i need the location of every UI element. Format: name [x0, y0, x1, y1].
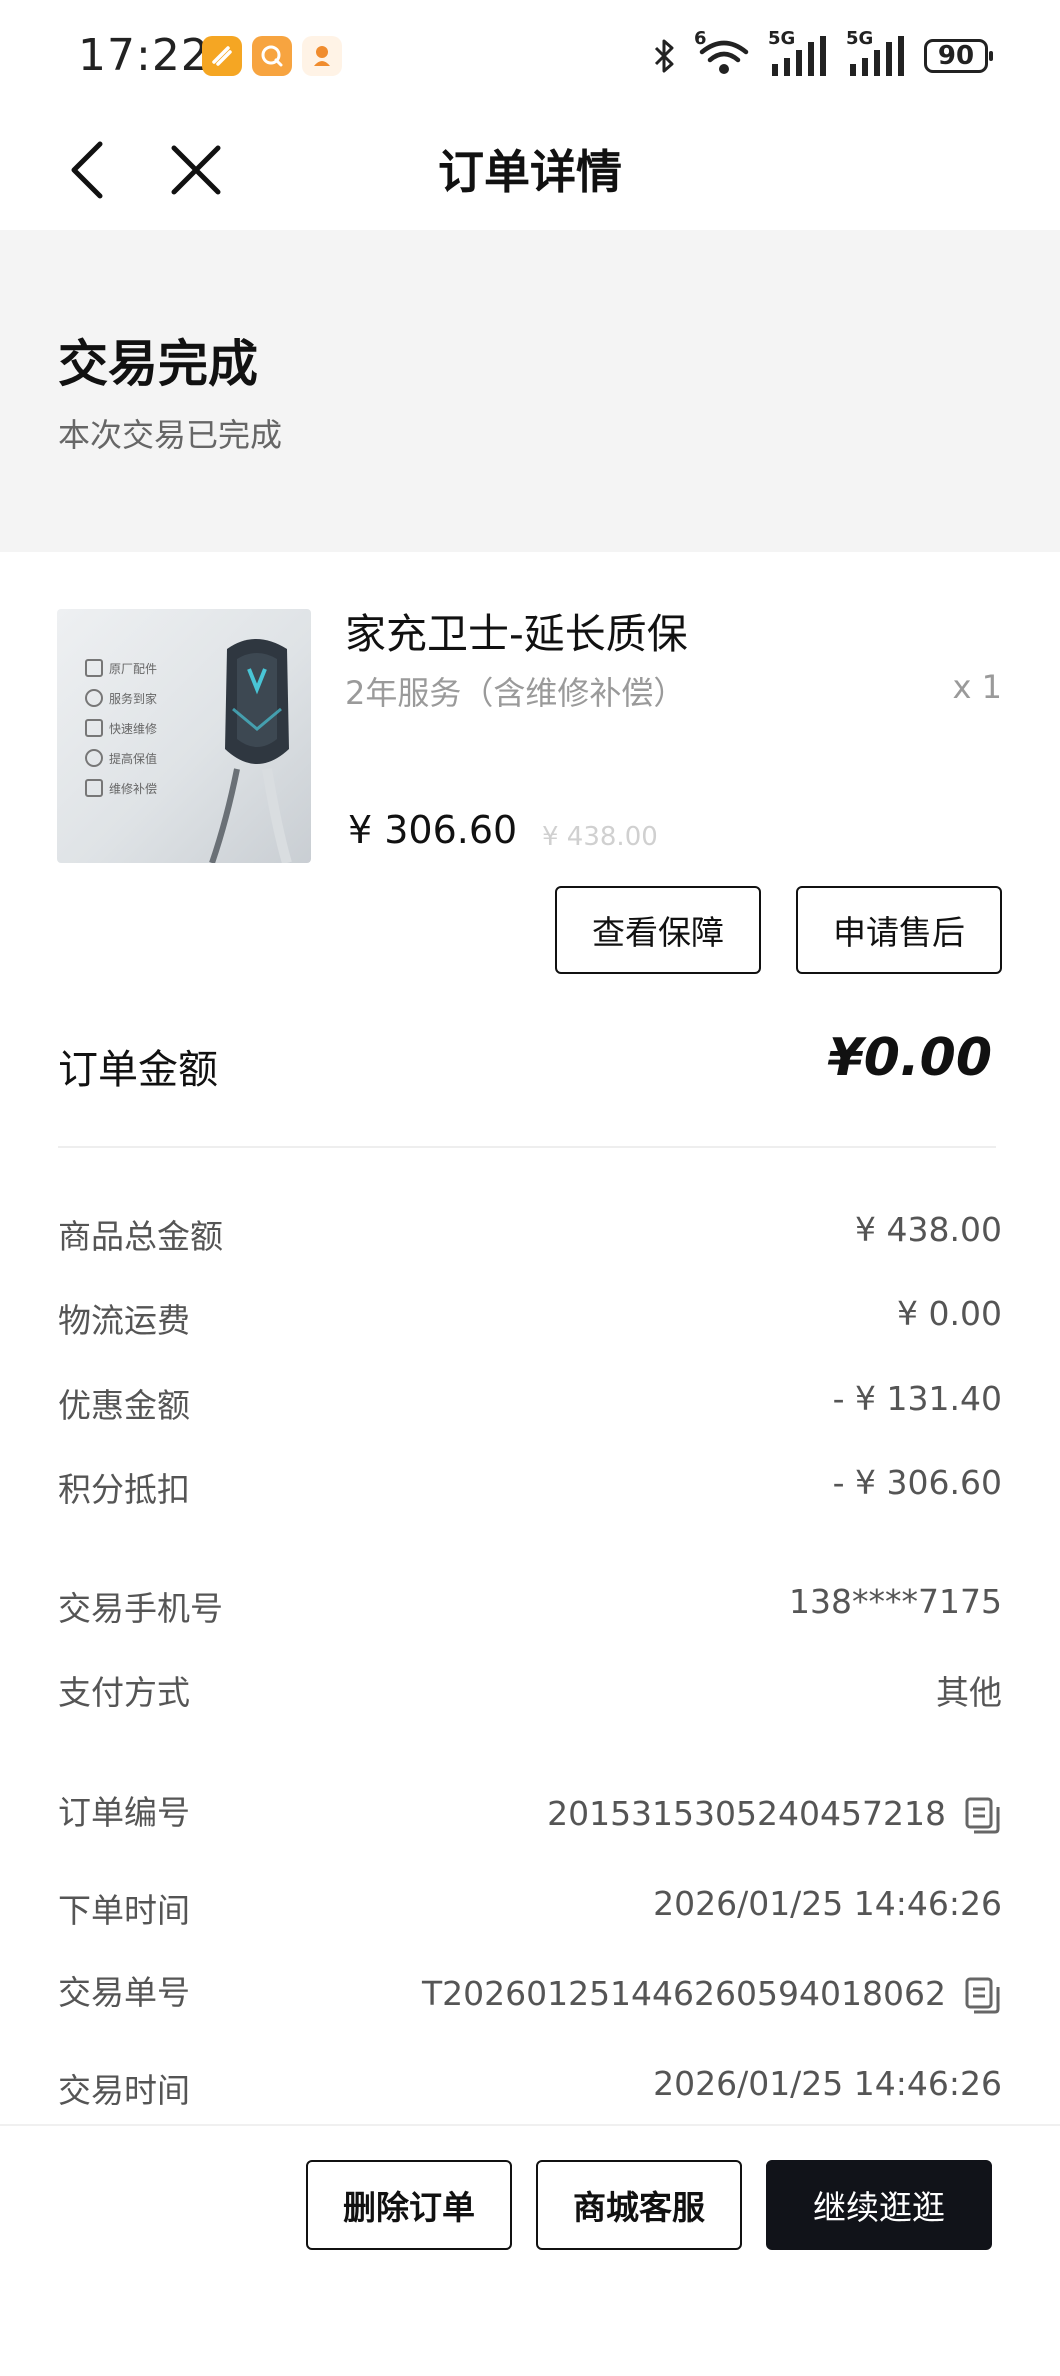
shipping-value: ¥ 0.00: [897, 1294, 1002, 1333]
image-feature: 提高保值: [85, 749, 157, 767]
copy-icon: [965, 1977, 1000, 2014]
feature-icon: [85, 659, 103, 677]
image-feature: 维修补偿: [85, 779, 157, 797]
order-time-label: 下单时间: [58, 1891, 190, 1930]
customer-service-button[interactable]: 商城客服: [536, 2160, 742, 2250]
feature-label: 原厂配件: [109, 661, 158, 676]
phone-value: 138****7175: [789, 1582, 1002, 1621]
transaction-number-value: T202601251446260594018062: [421, 1974, 946, 2013]
subtotal-value: ¥ 438.00: [855, 1210, 1002, 1249]
bottom-action-bar: 删除订单 商城客服 继续逛逛: [0, 2124, 1060, 2376]
feature-icon: [85, 749, 103, 767]
feature-label: 维修补偿: [109, 781, 158, 796]
delete-order-button[interactable]: 删除订单: [306, 2160, 512, 2250]
order-status-banner: 交易完成 本次交易已完成: [0, 230, 1060, 552]
product-price: ¥ 306.60: [348, 808, 518, 852]
feature-label: 服务到家: [109, 691, 158, 706]
nav-bar: 订单详情: [0, 110, 1060, 230]
copy-order-number-button[interactable]: [962, 1796, 1002, 1836]
points-deduction-label: 积分抵扣: [58, 1470, 190, 1509]
image-feature: 原厂配件: [85, 659, 157, 677]
order-status-subtitle: 本次交易已完成: [58, 416, 283, 454]
app-notification-icon: [202, 36, 242, 76]
after-sales-button[interactable]: 申请售后: [796, 886, 1002, 974]
battery-indicator: 90: [924, 39, 993, 73]
charger-illustration: [209, 639, 292, 863]
product-variant: 2年服务（含维修补偿）: [345, 674, 686, 712]
view-warranty-button[interactable]: 查看保障: [555, 886, 761, 974]
product-name[interactable]: 家充卫士-延长质保: [345, 600, 688, 660]
order-time-value: 2026/01/25 14:46:26: [653, 1884, 1002, 1923]
points-deduction-value: - ¥ 306.60: [832, 1463, 1002, 1502]
discount-label: 优惠金额: [58, 1386, 190, 1425]
bluetooth-icon: [654, 39, 674, 73]
shipping-label: 物流运费: [58, 1301, 190, 1340]
feature-icon: [85, 779, 103, 797]
image-feature: 服务到家: [85, 689, 157, 707]
discount-value: - ¥ 131.40: [832, 1379, 1002, 1418]
transaction-time-label: 交易时间: [58, 2071, 190, 2110]
copy-transaction-number-button[interactable]: [962, 1976, 1002, 2016]
product-quantity: x 1: [952, 668, 1002, 706]
app-notification-icon: [302, 36, 342, 76]
wifi-icon: 6: [694, 28, 754, 78]
order-number-value: 2015315305240457218: [547, 1794, 946, 1833]
status-icons: 6 5G 5G 90: [650, 28, 993, 78]
copy-icon: [965, 1797, 1000, 1834]
phone-label: 交易手机号: [58, 1589, 223, 1628]
transaction-number-label: 交易单号: [58, 1973, 190, 2012]
order-number-label: 订单编号: [58, 1793, 190, 1832]
payment-method-label: 支付方式: [58, 1673, 190, 1712]
feature-icon: [85, 689, 103, 707]
feature-icon: [85, 719, 103, 737]
order-amount-label: 订单金额: [58, 1047, 218, 1093]
feature-label: 提高保值: [109, 751, 158, 766]
payment-method-value: 其他: [936, 1673, 1002, 1712]
feature-label: 快速维修: [109, 721, 158, 736]
signal-icon: 5G: [846, 28, 910, 78]
signal-icon: 5G: [768, 28, 832, 78]
product-image[interactable]: 原厂配件 服务到家 快速维修 提高保值 维修补偿: [57, 609, 311, 863]
battery-level: 90: [937, 41, 975, 71]
divider: [58, 1146, 996, 1148]
page-title: 订单详情: [438, 145, 622, 199]
order-status-title: 交易完成: [58, 335, 258, 393]
continue-shopping-button[interactable]: 继续逛逛: [766, 2160, 992, 2250]
status-bar: 17:22 6 5G 5G 90: [0, 0, 1060, 110]
transaction-time-value: 2026/01/25 14:46:26: [653, 2064, 1002, 2103]
image-feature: 快速维修: [85, 719, 157, 737]
app-notification-icon: [252, 36, 292, 76]
order-amount-value: ¥0.00: [827, 1028, 992, 1088]
status-time: 17:22: [78, 30, 210, 81]
subtotal-label: 商品总金额: [58, 1217, 223, 1256]
product-original-price: ¥ 438.00: [542, 822, 658, 852]
